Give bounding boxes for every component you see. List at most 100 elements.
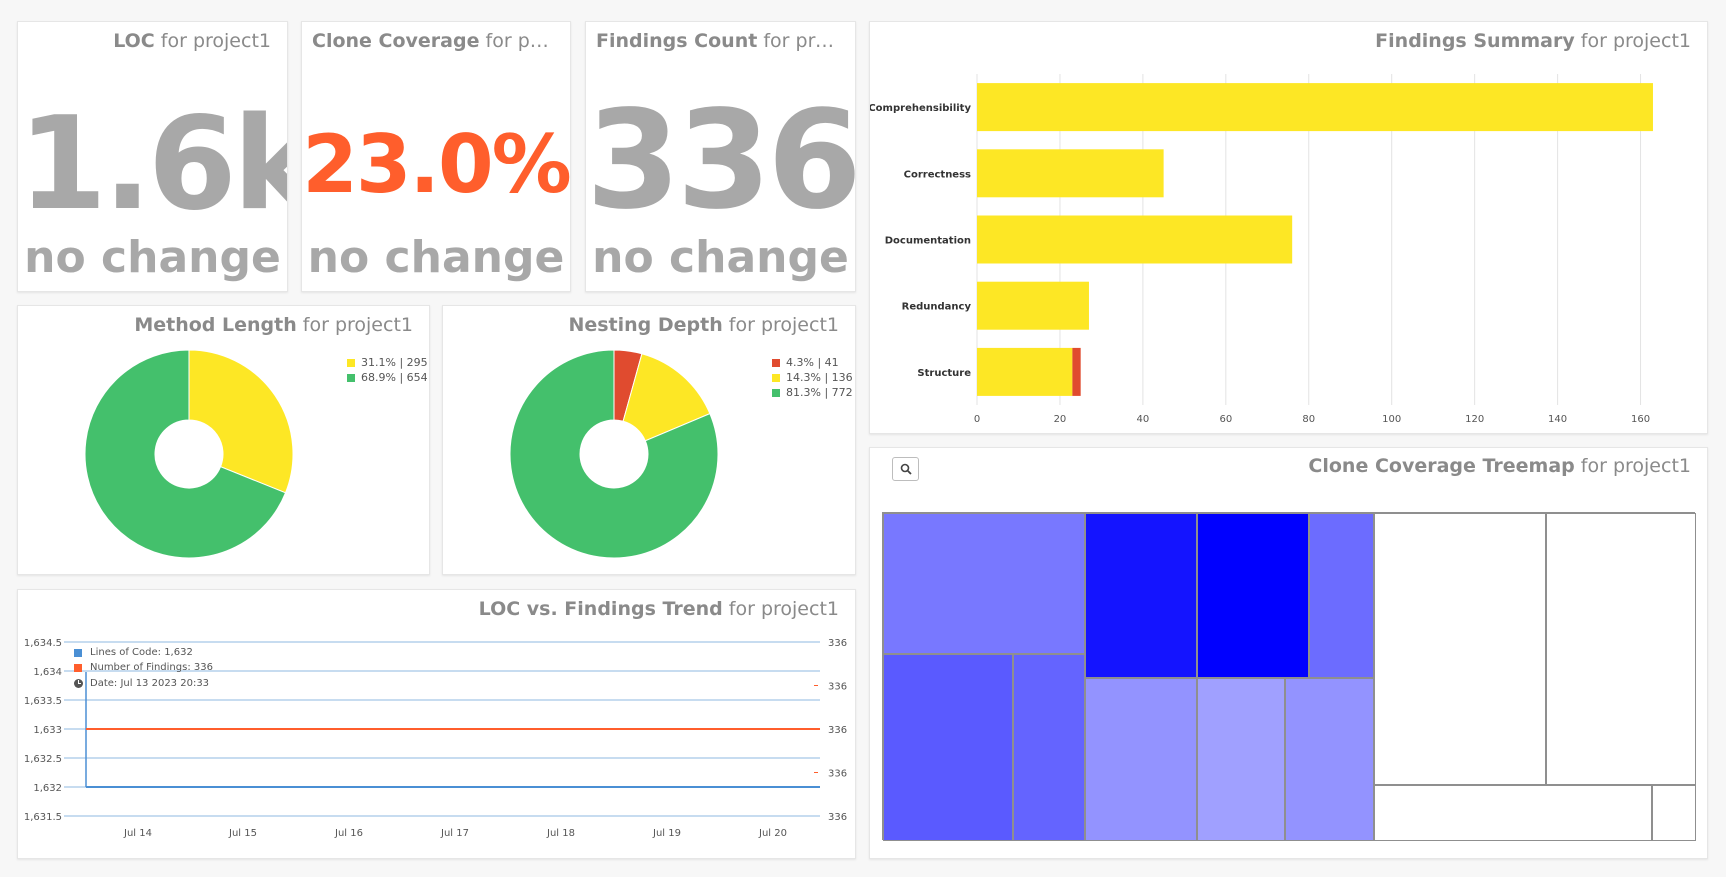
x-tick-label: Jul 19 <box>652 828 681 839</box>
chart-legend: 4.3% | 41 14.3% | 136 81.3% | 772 <box>772 355 853 400</box>
legend-label: 4.3% | 41 <box>786 356 839 369</box>
treemap-cell[interactable] <box>1197 513 1309 678</box>
legend-label: 31.1% | 295 <box>361 356 428 369</box>
treemap-cell[interactable] <box>1013 654 1085 841</box>
legend-label: 14.3% | 136 <box>786 371 853 384</box>
treemap-cell[interactable] <box>1309 513 1374 678</box>
treemap-cell[interactable] <box>1085 513 1197 678</box>
legend-item: 14.3% | 136 <box>772 370 853 385</box>
search-icon <box>900 463 912 475</box>
tooltip-findings-row: Number of Findings: 336 <box>74 660 213 675</box>
y-tick-label: 1,632 <box>33 783 62 794</box>
loc-kpi-card: LOC for project1 1.6k no change <box>17 21 288 292</box>
trend-tooltip: Lines of Code: 1,632 Number of Findings:… <box>74 645 213 691</box>
kpi-value: 1.6k <box>18 90 288 239</box>
kpi-change: no change <box>592 232 849 283</box>
card-title: Clone Coverage for project1 <box>312 30 554 52</box>
nesting-depth-donut <box>509 349 719 559</box>
x-tick-label: Jul 17 <box>440 828 469 839</box>
bar <box>1072 347 1081 396</box>
bar <box>977 347 1073 396</box>
method-length-donut <box>84 349 294 559</box>
card-title: Clone Coverage Treemap for project1 <box>1308 455 1691 477</box>
trend-line-chart: 1,634.5 1,634 1,633.5 1,633 1,632.5 1,632 1,63… <box>24 638 847 839</box>
y-tick-label: 1,634.5 <box>24 638 62 649</box>
bar <box>977 83 1653 132</box>
category-label: Comprehensibility <box>870 103 971 114</box>
category-label: Documentation <box>885 236 971 247</box>
legend-item: 68.9% | 654 <box>347 370 428 385</box>
tooltip-loc: Lines of Code: 1,632 <box>90 647 193 658</box>
y2-tick-label: 336 <box>828 682 847 693</box>
y-tick-label: 1,633.5 <box>24 696 62 707</box>
treemap-cell[interactable] <box>1197 678 1285 841</box>
treemap-cell[interactable] <box>883 654 1013 841</box>
x-tick-label: Jul 16 <box>334 828 363 839</box>
nesting-depth-card: Nesting Depth for project1 4.3% | 41 14.3… <box>442 305 856 575</box>
category-label: Structure <box>917 368 971 379</box>
treemap-cell[interactable] <box>1546 513 1696 785</box>
x-tick-label: Jul 18 <box>546 828 575 839</box>
clone-coverage-kpi-card: Clone Coverage for project1 23.0% no cha… <box>301 21 571 292</box>
loc-swatch <box>74 648 82 657</box>
legend-label: 68.9% | 654 <box>361 371 428 384</box>
legend-swatch <box>772 388 780 397</box>
tooltip-date-row: Date: Jul 13 2023 20:33 <box>74 676 213 691</box>
y2-tick-label: 336 <box>828 769 847 780</box>
treemap-cell[interactable] <box>1374 513 1546 785</box>
x-tick-label: 20 <box>1054 414 1067 422</box>
x-tick-label: 140 <box>1548 414 1567 422</box>
y2-tick-label: 336 <box>828 812 847 823</box>
treemap-cell[interactable] <box>1374 785 1652 841</box>
clone-coverage-treemap[interactable] <box>882 512 1696 841</box>
y-tick-label: 1,631.5 <box>24 812 62 823</box>
clock-icon <box>74 679 83 688</box>
kpi-change: no change <box>307 232 565 283</box>
findings-summary-card: Findings Summary for project1 0 20 40 60 80 1… <box>869 21 1708 434</box>
treemap-cell[interactable] <box>1085 678 1197 841</box>
x-tick-label: 100 <box>1382 414 1401 422</box>
findings-count-kpi-card: Findings Count for project1 336 no chang… <box>585 21 856 292</box>
x-tick-label: 80 <box>1302 414 1315 422</box>
legend-item: 4.3% | 41 <box>772 355 853 370</box>
category-label: Redundancy <box>902 302 972 313</box>
donut-slice <box>188 349 294 494</box>
bar <box>977 281 1089 330</box>
legend-swatch <box>772 373 780 382</box>
legend-label: 81.3% | 772 <box>786 386 853 399</box>
tooltip-loc-row: Lines of Code: 1,632 <box>74 645 213 660</box>
kpi-change: no change <box>24 232 281 283</box>
x-tick-label: Jul 15 <box>228 828 257 839</box>
y2-tick-label: 336 <box>828 725 847 736</box>
x-tick-label: 160 <box>1631 414 1650 422</box>
treemap-cell[interactable] <box>1285 678 1374 841</box>
findings-bar-chart: 0 20 40 60 80 100 120 140 160 Comprehensibility Co… <box>870 74 1653 422</box>
category-label: Correctness <box>904 169 971 180</box>
treemap-zoom-button[interactable] <box>892 457 919 481</box>
x-tick-label: 40 <box>1137 414 1150 422</box>
treemap-cell[interactable] <box>883 513 1085 654</box>
card-title: Findings Count for project1 <box>596 30 839 52</box>
treemap-cell[interactable] <box>1652 785 1696 841</box>
legend-swatch <box>772 358 780 367</box>
x-tick-label: 120 <box>1465 414 1484 422</box>
legend-item: 81.3% | 772 <box>772 385 853 400</box>
findings-swatch <box>74 663 82 672</box>
trend-card: LOC vs. Findings Trend for project1 1,63… <box>17 589 856 859</box>
kpi-value: 23.0% <box>302 118 570 211</box>
tooltip-findings: Number of Findings: 336 <box>90 662 213 673</box>
y-tick-label: 1,634 <box>33 667 62 678</box>
y2-tick-label: 336 <box>828 638 847 649</box>
legend-swatch <box>347 358 355 367</box>
tooltip-date: Date: Jul 13 2023 20:33 <box>90 678 210 689</box>
legend-item: 31.1% | 295 <box>347 355 428 370</box>
card-title: LOC for project1 <box>113 30 271 52</box>
bar <box>977 215 1293 264</box>
x-tick-label: Jul 14 <box>123 828 152 839</box>
bar <box>977 149 1164 198</box>
x-tick-label: 60 <box>1219 414 1232 422</box>
y-tick-label: 1,633 <box>33 725 62 736</box>
legend-swatch <box>347 373 355 382</box>
chart-legend: 31.1% | 295 68.9% | 654 <box>347 355 428 385</box>
x-tick-label: 0 <box>974 414 980 422</box>
